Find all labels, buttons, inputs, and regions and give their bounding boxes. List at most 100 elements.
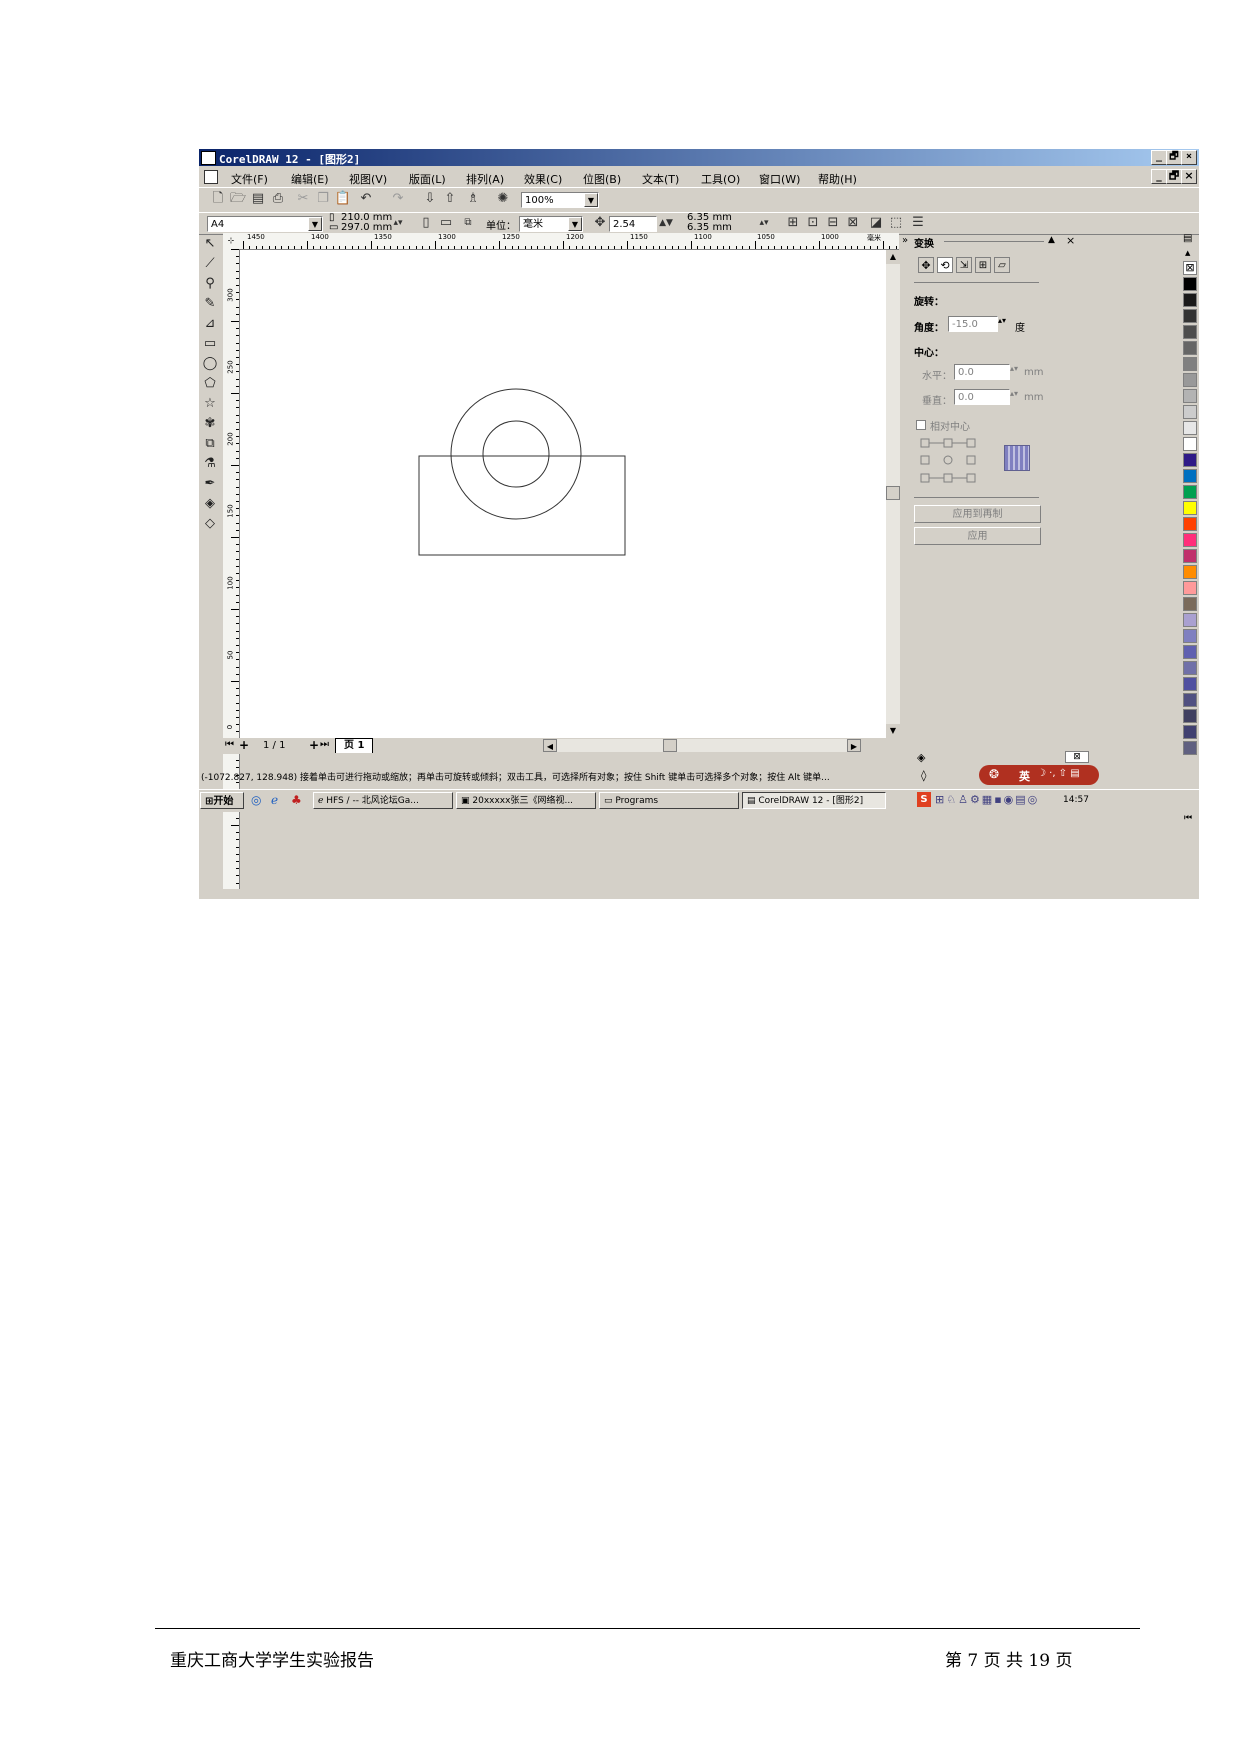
task-folder[interactable]: ▭ Programs [599, 792, 739, 809]
task-browser[interactable]: ℯ HFS / -- 北风论坛Ga... [313, 792, 453, 809]
menu-layout[interactable]: 版面(L) [409, 171, 446, 187]
no-color-swatch[interactable]: ⊠ [1183, 261, 1197, 275]
portrait-icon[interactable]: ▯ [417, 214, 435, 232]
doc-restore-button[interactable]: 🗗 [1166, 169, 1182, 184]
scroll-up-icon[interactable]: ▲ [886, 250, 900, 264]
print-icon[interactable]: ⎙ [269, 190, 287, 208]
color-swatch[interactable] [1183, 341, 1197, 355]
new-icon[interactable]: 🗋 [209, 190, 227, 208]
restore-button[interactable]: 🗗 [1166, 150, 1182, 165]
paper-height[interactable]: 297.0 mm [341, 222, 392, 233]
dynamic-guides-icon[interactable]: ⊠ [844, 214, 862, 232]
landscape-icon[interactable]: ▭ [437, 214, 455, 232]
anchor-grid[interactable] [920, 438, 980, 484]
desktop-icon[interactable]: ◎ [251, 793, 261, 807]
ime-tools-icon[interactable]: ☽ ·, ⇧ ▤ [1037, 768, 1080, 779]
interactive-fill-tool-icon[interactable]: ◇ [201, 515, 219, 533]
color-swatch[interactable] [1183, 741, 1197, 755]
color-swatch[interactable] [1183, 533, 1197, 547]
scale-tab-icon[interactable]: ⇲ [956, 257, 972, 273]
color-swatch[interactable] [1183, 309, 1197, 323]
horizontal-input[interactable]: 0.0 [954, 364, 1010, 380]
task-coreldraw[interactable]: ▤ CorelDRAW 12 - [图形2] [742, 792, 886, 809]
color-swatch[interactable] [1183, 389, 1197, 403]
ruler-origin[interactable]: ⊹ [223, 233, 240, 250]
treat-as-filled-icon[interactable]: ◪ [867, 214, 885, 232]
shape-tool-icon[interactable]: ⟋ [201, 255, 219, 273]
inner-circle-shape[interactable] [482, 420, 550, 488]
color-swatch[interactable] [1183, 613, 1197, 627]
menu-file[interactable]: 文件(F) [231, 171, 268, 187]
zoom-select[interactable]: 100% ▼ [521, 192, 599, 208]
task-word[interactable]: ▣ 20xxxxx张三《网络视... [456, 792, 596, 809]
color-swatch[interactable] [1183, 469, 1197, 483]
color-swatch[interactable] [1183, 645, 1197, 659]
rectangle-shape[interactable] [418, 455, 626, 556]
color-swatch[interactable] [1183, 597, 1197, 611]
nudge-spinner-icon[interactable]: ▲▼ [657, 214, 675, 232]
ellipse-tool-icon[interactable]: ◯ [201, 355, 219, 373]
copy-icon[interactable]: ❐ [314, 190, 332, 208]
snap-grid-icon[interactable]: ⊞ [784, 214, 802, 232]
menu-bitmaps[interactable]: 位图(B) [583, 171, 621, 187]
docker-expand-icon[interactable]: » [902, 235, 908, 246]
last-page-icon[interactable]: ⏭ [320, 739, 329, 750]
vertical-input[interactable]: 0.0 [954, 389, 1010, 405]
palette-scroll-up-icon[interactable]: ▲ [1185, 249, 1190, 257]
scroll-left-icon[interactable]: ◀ [543, 739, 557, 752]
scroll-down-icon[interactable]: ▼ [886, 724, 900, 738]
color-swatch[interactable] [1183, 293, 1197, 307]
snap-objects-icon[interactable]: ⊟ [824, 214, 842, 232]
position-tab-icon[interactable]: ✥ [918, 257, 934, 273]
rectangle-tool-icon[interactable]: ▭ [201, 335, 219, 353]
docker-collapse-icon[interactable]: ▲ [1048, 235, 1055, 245]
fill-tool-icon[interactable]: ◈ [201, 495, 219, 513]
page-tab[interactable]: 页 1 [335, 738, 374, 753]
menu-view[interactable]: 视图(V) [349, 171, 387, 187]
color-swatch[interactable] [1183, 325, 1197, 339]
size-tab-icon[interactable]: ⊞ [975, 257, 991, 273]
scroll-thumb[interactable] [886, 486, 900, 500]
start-button[interactable]: ⊞开始 [200, 792, 244, 809]
corel-online-icon[interactable]: ✺ [494, 190, 512, 208]
color-swatch[interactable] [1183, 437, 1197, 451]
unit-select[interactable]: 毫米 ▼ [519, 216, 583, 232]
eyedropper-tool-icon[interactable]: ⚗ [201, 455, 219, 473]
add-page-after-icon[interactable]: + [309, 738, 319, 752]
color-swatch[interactable] [1183, 501, 1197, 515]
color-swatch[interactable] [1183, 581, 1197, 595]
docker-close-icon[interactable]: × [1066, 234, 1075, 247]
doc-minimize-button[interactable]: _ [1151, 169, 1167, 184]
angle-spinner-icon[interactable]: ▴▾ [998, 316, 1006, 325]
hscroll-thumb[interactable] [663, 739, 677, 752]
color-swatch[interactable] [1183, 277, 1197, 291]
color-swatch[interactable] [1183, 405, 1197, 419]
spiral-tool-icon[interactable]: ✾ [201, 415, 219, 433]
menu-help[interactable]: 帮助(H) [818, 171, 857, 187]
star-tool-icon[interactable]: ☆ [201, 395, 219, 413]
color-swatch[interactable] [1183, 517, 1197, 531]
close-button[interactable]: × [1181, 150, 1197, 165]
polygon-tool-icon[interactable]: ⬠ [201, 375, 219, 393]
freehand-tool-icon[interactable]: ✎ [201, 295, 219, 313]
spinner-icon[interactable]: ▴▾ [389, 214, 407, 232]
angle-input[interactable]: -15.0 [948, 316, 998, 332]
pick-tool-icon[interactable]: ↖ [201, 235, 219, 253]
apply-button[interactable]: 应用 [914, 527, 1041, 545]
color-swatch[interactable] [1183, 549, 1197, 563]
menu-arrange[interactable]: 排列(A) [466, 171, 504, 187]
select-icon[interactable]: ⬚ [887, 214, 905, 232]
apply-to-duplicate-button[interactable]: 应用到再制 [914, 505, 1041, 523]
sogou-icon[interactable]: S [917, 792, 931, 807]
color-swatch[interactable] [1183, 453, 1197, 467]
color-swatch[interactable] [1183, 357, 1197, 371]
doc-close-button[interactable]: × [1181, 169, 1197, 184]
color-swatch[interactable] [1183, 693, 1197, 707]
color-swatch[interactable] [1183, 373, 1197, 387]
save-icon[interactable]: ▤ [249, 190, 267, 208]
color-swatch[interactable] [1183, 565, 1197, 579]
all-pages-icon[interactable]: ⧉ [459, 214, 477, 232]
zoom-tool-icon[interactable]: ⚲ [201, 275, 219, 293]
color-swatch[interactable] [1183, 677, 1197, 691]
color-swatch[interactable] [1183, 485, 1197, 499]
